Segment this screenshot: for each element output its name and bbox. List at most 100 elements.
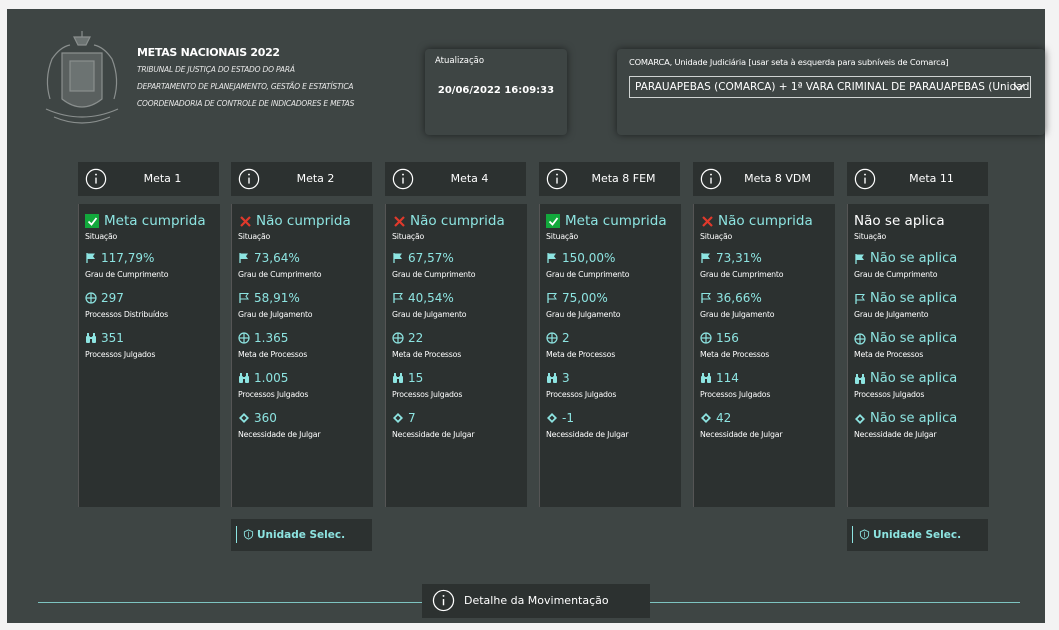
- meta-name: Meta 11: [909, 172, 954, 185]
- status-value: Não cumprida: [718, 213, 813, 229]
- crosshair-icon: [546, 332, 558, 344]
- value-grau-cumprimento: 67,57%: [392, 251, 454, 265]
- label-meta-processos: Meta de Processos: [392, 350, 462, 359]
- value-necessidade: 7: [392, 411, 416, 425]
- meta-header-6[interactable]: Meta 11: [847, 162, 988, 196]
- movement-detail-button[interactable]: Detalhe da Movimentação: [422, 584, 650, 618]
- label-processos-julgados: Processos Julgados: [392, 390, 463, 399]
- status-label: Situação: [546, 232, 579, 241]
- meta-name: Meta 4: [450, 172, 489, 185]
- label-processos-julgados: Processos Julgados: [854, 390, 925, 399]
- label-necessidade: Necessidade de Julgar: [854, 430, 937, 439]
- status-row: Meta cumprida: [546, 213, 667, 229]
- meta-header-2[interactable]: Meta 2: [231, 162, 372, 196]
- value-grau-cumprimento: Não se aplica: [854, 251, 957, 266]
- value-necessidade: 360: [238, 411, 277, 425]
- value-grau-julgamento: Não se aplica: [854, 291, 957, 306]
- label-grau-cumprimento: Grau de Cumprimento: [392, 270, 476, 279]
- value-grau-julgamento: 36,66%: [700, 291, 762, 305]
- unit-button-label: Unidade Selec.: [257, 529, 346, 541]
- flag-filled-icon: [855, 253, 864, 264]
- value-grau-julgamento: 40,54%: [392, 291, 454, 305]
- label-grau-cumprimento: Grau de Cumprimento: [854, 270, 938, 279]
- label-necessidade: Necessidade de Julgar: [546, 430, 629, 439]
- label-grau-julgamento: Grau de Julgamento: [854, 310, 929, 319]
- info-circle-icon: [85, 168, 107, 190]
- shield-icon: [859, 529, 870, 540]
- value-processos-julgados: Não se aplica: [854, 371, 957, 386]
- value-meta-processos: 156: [700, 331, 739, 345]
- label-processos-julgados: Processos Julgados: [238, 390, 309, 399]
- binoculars-icon: [547, 373, 557, 383]
- divider-left: [38, 602, 422, 603]
- meta-header-4[interactable]: Meta 8 FEM: [539, 162, 680, 196]
- dashboard-title: METAS NACIONAIS 2022: [137, 46, 280, 59]
- label-necessidade: Necessidade de Julgar: [700, 430, 783, 439]
- label-processos-julgados: Processos Julgados: [546, 390, 617, 399]
- label-meta-processos: Meta de Processos: [700, 350, 770, 359]
- label-grau-julgamento: Grau de Julgamento: [392, 310, 467, 319]
- status-row: Não cumprida: [392, 213, 505, 229]
- status-label: Situação: [85, 232, 118, 241]
- label-grau-julgamento: Grau de Julgamento: [546, 310, 621, 319]
- meta-card-3: Não cumprida Situação 67,57% Grau de Cumpri…: [385, 204, 527, 507]
- info-circle-icon: [854, 168, 876, 190]
- meta-card-1: Meta cumprida Situação 117,79% Grau de Cump…: [78, 204, 220, 507]
- unit-button-accent-bar: [852, 526, 853, 543]
- value-necessidade: Não se aplica: [854, 411, 957, 426]
- meta-header-5[interactable]: Meta 8 VDM: [693, 162, 834, 196]
- status-label: Situação: [238, 232, 271, 241]
- diamond-icon: [855, 413, 865, 424]
- info-circle-icon: [432, 589, 455, 612]
- value-processos-julgados: 351: [85, 331, 124, 345]
- label-meta-processos: Meta de Processos: [546, 350, 616, 359]
- status-row: Não cumprida: [238, 213, 351, 229]
- value-meta-processos: 1.365: [238, 331, 288, 345]
- flag-filled-icon: [239, 253, 248, 263]
- info-circle-icon: [546, 168, 568, 190]
- comarca-filter-label: COMARCA, Unidade Judiciária [usar seta à…: [629, 57, 949, 67]
- tribunal-name: TRIBUNAL DE JUSTIÇA DO ESTADO DO PARÁ: [137, 65, 295, 74]
- label-processos-julgados: Processos Julgados: [700, 390, 771, 399]
- crosshair-icon: [700, 332, 712, 344]
- flag-outline-icon: [239, 293, 249, 303]
- value-processos-julgados: 114: [700, 371, 739, 385]
- value-meta-processos: 22: [392, 331, 423, 345]
- info-circle-icon: [700, 168, 722, 190]
- status-label: Situação: [854, 232, 887, 241]
- label-grau-cumprimento: Grau de Cumprimento: [238, 270, 322, 279]
- meta-name: Meta 8 FEM: [591, 172, 656, 185]
- value-meta-processos: 2: [546, 331, 570, 345]
- value-necessidade: -1: [546, 411, 574, 425]
- binoculars-icon: [393, 373, 403, 383]
- flag-filled-icon: [393, 253, 402, 263]
- binoculars-icon: [86, 333, 96, 343]
- status-value: Meta cumprida: [565, 213, 667, 229]
- unit-selected-button-meta11[interactable]: Unidade Selec.: [847, 519, 988, 551]
- crosshair-icon: [392, 332, 404, 344]
- meta-header-3[interactable]: Meta 4: [385, 162, 526, 196]
- value-processos-julgados: 1.005: [238, 371, 288, 385]
- meta-card-5: Não cumprida Situação 73,31% Grau de Cumpri…: [693, 204, 835, 507]
- checkbox-check-icon: [85, 214, 99, 228]
- label-processos-distribuidos: Processos Distribuídos: [85, 310, 168, 319]
- crosshair-icon: [85, 292, 97, 304]
- value-necessidade: 42: [700, 411, 731, 425]
- binoculars-icon: [855, 373, 865, 384]
- label-necessidade: Necessidade de Julgar: [238, 430, 321, 439]
- status-label: Situação: [392, 232, 425, 241]
- binoculars-icon: [701, 373, 711, 383]
- value-grau-cumprimento: 73,64%: [238, 251, 300, 265]
- label-necessidade: Necessidade de Julgar: [392, 430, 475, 439]
- dashboard-canvas: METAS NACIONAIS 2022 TRIBUNAL DE JUSTIÇA…: [7, 9, 1045, 623]
- meta-card-4: Meta cumprida Situação 150,00% Grau de Cump…: [539, 204, 681, 507]
- comarca-dropdown[interactable]: PARAUAPEBAS (COMARCA) + 1ª VARA CRIMINAL…: [629, 76, 1031, 98]
- x-icon: [238, 214, 252, 228]
- unit-selected-button-meta2[interactable]: Unidade Selec.: [231, 519, 372, 551]
- label-grau-cumprimento: Grau de Cumprimento: [85, 270, 169, 279]
- meta-header-1[interactable]: Meta 1: [78, 162, 219, 196]
- checkbox-check-icon: [546, 214, 560, 228]
- label-meta-processos: Meta de Processos: [238, 350, 308, 359]
- diamond-icon: [239, 413, 249, 423]
- value-processos-julgados: 15: [392, 371, 423, 385]
